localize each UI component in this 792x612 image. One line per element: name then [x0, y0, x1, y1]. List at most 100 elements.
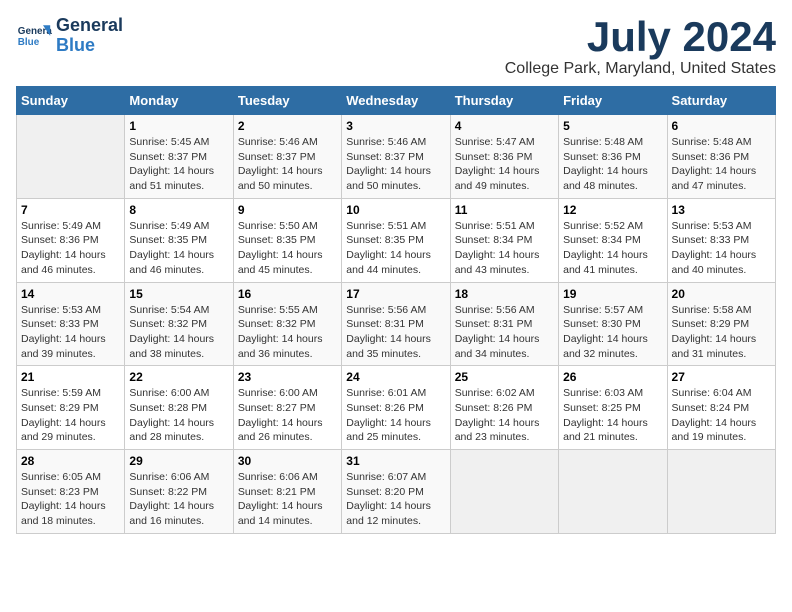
- day-info: Sunrise: 5:50 AMSunset: 8:35 PMDaylight:…: [238, 219, 337, 278]
- day-number: 13: [672, 203, 771, 217]
- day-info: Sunrise: 5:46 AMSunset: 8:37 PMDaylight:…: [346, 135, 445, 194]
- day-number: 4: [455, 119, 554, 133]
- calendar-cell: [17, 115, 125, 199]
- calendar-cell: 9Sunrise: 5:50 AMSunset: 8:35 PMDaylight…: [233, 198, 341, 282]
- week-row-5: 28Sunrise: 6:05 AMSunset: 8:23 PMDayligh…: [17, 450, 776, 534]
- logo-icon: General Blue: [16, 18, 52, 54]
- day-number: 22: [129, 370, 228, 384]
- day-info: Sunrise: 5:49 AMSunset: 8:36 PMDaylight:…: [21, 219, 120, 278]
- logo: General Blue General Blue: [16, 16, 123, 56]
- day-number: 27: [672, 370, 771, 384]
- day-number: 6: [672, 119, 771, 133]
- day-number: 29: [129, 454, 228, 468]
- calendar-cell: 16 Sunrise: 5:55 AMSunset: 8:32 PMDayligh…: [233, 282, 341, 366]
- calendar-cell: 8 Sunrise: 5:49 AMSunset: 8:35 PMDaylight…: [125, 198, 233, 282]
- calendar-cell: 25Sunrise: 6:02 AMSunset: 8:26 PMDayligh…: [450, 366, 558, 450]
- calendar-cell: [450, 450, 558, 534]
- calendar-cell: 12 Sunrise: 5:52 AMSunset: 8:34 PMDayligh…: [559, 198, 667, 282]
- day-number: 23: [238, 370, 337, 384]
- day-info: Sunrise: 5:57 AMSunset: 8:30 PMDaylight:…: [563, 303, 662, 362]
- calendar-cell: 23Sunrise: 6:00 AMSunset: 8:27 PMDayligh…: [233, 366, 341, 450]
- svg-text:Blue: Blue: [18, 37, 40, 48]
- calendar-cell: 21 Sunrise: 5:59 AMSunset: 8:29 PMDayligh…: [17, 366, 125, 450]
- location-title: College Park, Maryland, United States: [505, 60, 776, 78]
- day-info: Sunrise: 5:49 AMSunset: 8:35 PMDaylight:…: [129, 219, 228, 278]
- day-info: Sunrise: 6:00 AMSunset: 8:28 PMDaylight:…: [129, 386, 228, 445]
- weekday-header-tuesday: Tuesday: [233, 87, 341, 115]
- day-info: Sunrise: 5:56 AMSunset: 8:31 PMDaylight:…: [346, 303, 445, 362]
- calendar-cell: 26 Sunrise: 6:03 AMSunset: 8:25 PMDayligh…: [559, 366, 667, 450]
- calendar-cell: 5Sunrise: 5:48 AMSunset: 8:36 PMDaylight…: [559, 115, 667, 199]
- calendar-cell: [667, 450, 775, 534]
- day-info: Sunrise: 6:03 AMSunset: 8:25 PMDaylight:…: [563, 386, 662, 445]
- day-number: 24: [346, 370, 445, 384]
- calendar-cell: 24 Sunrise: 6:01 AMSunset: 8:26 PMDayligh…: [342, 366, 450, 450]
- day-info: Sunrise: 5:59 AMSunset: 8:29 PMDaylight:…: [21, 386, 120, 445]
- day-info: Sunrise: 5:53 AMSunset: 8:33 PMDaylight:…: [672, 219, 771, 278]
- weekday-header-wednesday: Wednesday: [342, 87, 450, 115]
- day-info: Sunrise: 6:06 AMSunset: 8:22 PMDaylight:…: [129, 470, 228, 529]
- day-info: Sunrise: 6:07 AMSunset: 8:20 PMDaylight:…: [346, 470, 445, 529]
- weekday-header-thursday: Thursday: [450, 87, 558, 115]
- calendar-cell: 14Sunrise: 5:53 AMSunset: 8:33 PMDayligh…: [17, 282, 125, 366]
- calendar-cell: 7 Sunrise: 5:49 AMSunset: 8:36 PMDaylight…: [17, 198, 125, 282]
- weekday-header-monday: Monday: [125, 87, 233, 115]
- calendar-cell: 1Sunrise: 5:45 AMSunset: 8:37 PMDaylight…: [125, 115, 233, 199]
- week-row-1: 1Sunrise: 5:45 AMSunset: 8:37 PMDaylight…: [17, 115, 776, 199]
- day-number: 14: [21, 287, 120, 301]
- day-info: Sunrise: 6:04 AMSunset: 8:24 PMDaylight:…: [672, 386, 771, 445]
- day-info: Sunrise: 5:51 AMSunset: 8:34 PMDaylight:…: [455, 219, 554, 278]
- day-number: 26: [563, 370, 662, 384]
- day-info: Sunrise: 5:54 AMSunset: 8:32 PMDaylight:…: [129, 303, 228, 362]
- day-number: 8: [129, 203, 228, 217]
- day-info: Sunrise: 6:01 AMSunset: 8:26 PMDaylight:…: [346, 386, 445, 445]
- calendar-cell: 29 Sunrise: 6:06 AMSunset: 8:22 PMDayligh…: [125, 450, 233, 534]
- calendar-cell: 31 Sunrise: 6:07 AMSunset: 8:20 PMDayligh…: [342, 450, 450, 534]
- calendar-cell: 19 Sunrise: 5:57 AMSunset: 8:30 PMDayligh…: [559, 282, 667, 366]
- day-number: 5: [563, 119, 662, 133]
- calendar-cell: 22 Sunrise: 6:00 AMSunset: 8:28 PMDayligh…: [125, 366, 233, 450]
- weekday-header-saturday: Saturday: [667, 87, 775, 115]
- calendar-table: SundayMondayTuesdayWednesdayThursdayFrid…: [16, 86, 776, 534]
- calendar-cell: 18 Sunrise: 5:56 AMSunset: 8:31 PMDayligh…: [450, 282, 558, 366]
- day-info: Sunrise: 6:05 AMSunset: 8:23 PMDaylight:…: [21, 470, 120, 529]
- day-number: 7: [21, 203, 120, 217]
- calendar-cell: 20Sunrise: 5:58 AMSunset: 8:29 PMDayligh…: [667, 282, 775, 366]
- day-info: Sunrise: 5:52 AMSunset: 8:34 PMDaylight:…: [563, 219, 662, 278]
- day-info: Sunrise: 6:06 AMSunset: 8:21 PMDaylight:…: [238, 470, 337, 529]
- page-header: General Blue General Blue July 2024 Coll…: [16, 16, 776, 78]
- calendar-cell: 17 Sunrise: 5:56 AMSunset: 8:31 PMDayligh…: [342, 282, 450, 366]
- day-number: 18: [455, 287, 554, 301]
- day-number: 3: [346, 119, 445, 133]
- day-info: Sunrise: 5:46 AMSunset: 8:37 PMDaylight:…: [238, 135, 337, 194]
- day-number: 16: [238, 287, 337, 301]
- day-number: 17: [346, 287, 445, 301]
- calendar-cell: 3 Sunrise: 5:46 AMSunset: 8:37 PMDaylight…: [342, 115, 450, 199]
- day-number: 11: [455, 203, 554, 217]
- calendar-cell: 30Sunrise: 6:06 AMSunset: 8:21 PMDayligh…: [233, 450, 341, 534]
- calendar-cell: 10Sunrise: 5:51 AMSunset: 8:35 PMDayligh…: [342, 198, 450, 282]
- day-number: 15: [129, 287, 228, 301]
- calendar-cell: 27 Sunrise: 6:04 AMSunset: 8:24 PMDayligh…: [667, 366, 775, 450]
- calendar-cell: 13 Sunrise: 5:53 AMSunset: 8:33 PMDayligh…: [667, 198, 775, 282]
- calendar-cell: 28Sunrise: 6:05 AMSunset: 8:23 PMDayligh…: [17, 450, 125, 534]
- day-number: 20: [672, 287, 771, 301]
- calendar-cell: 15 Sunrise: 5:54 AMSunset: 8:32 PMDayligh…: [125, 282, 233, 366]
- title-area: July 2024 College Park, Maryland, United…: [505, 16, 776, 78]
- day-info: Sunrise: 5:56 AMSunset: 8:31 PMDaylight:…: [455, 303, 554, 362]
- calendar-cell: [559, 450, 667, 534]
- day-info: Sunrise: 5:48 AMSunset: 8:36 PMDaylight:…: [672, 135, 771, 194]
- month-title: July 2024: [505, 16, 776, 58]
- logo-text-blue: Blue: [56, 36, 123, 56]
- weekday-header-sunday: Sunday: [17, 87, 125, 115]
- day-number: 25: [455, 370, 554, 384]
- day-number: 21: [21, 370, 120, 384]
- day-number: 19: [563, 287, 662, 301]
- weekday-header-friday: Friday: [559, 87, 667, 115]
- day-number: 31: [346, 454, 445, 468]
- day-number: 12: [563, 203, 662, 217]
- week-row-4: 21 Sunrise: 5:59 AMSunset: 8:29 PMDayligh…: [17, 366, 776, 450]
- day-number: 2: [238, 119, 337, 133]
- day-number: 10: [346, 203, 445, 217]
- day-info: Sunrise: 5:55 AMSunset: 8:32 PMDaylight:…: [238, 303, 337, 362]
